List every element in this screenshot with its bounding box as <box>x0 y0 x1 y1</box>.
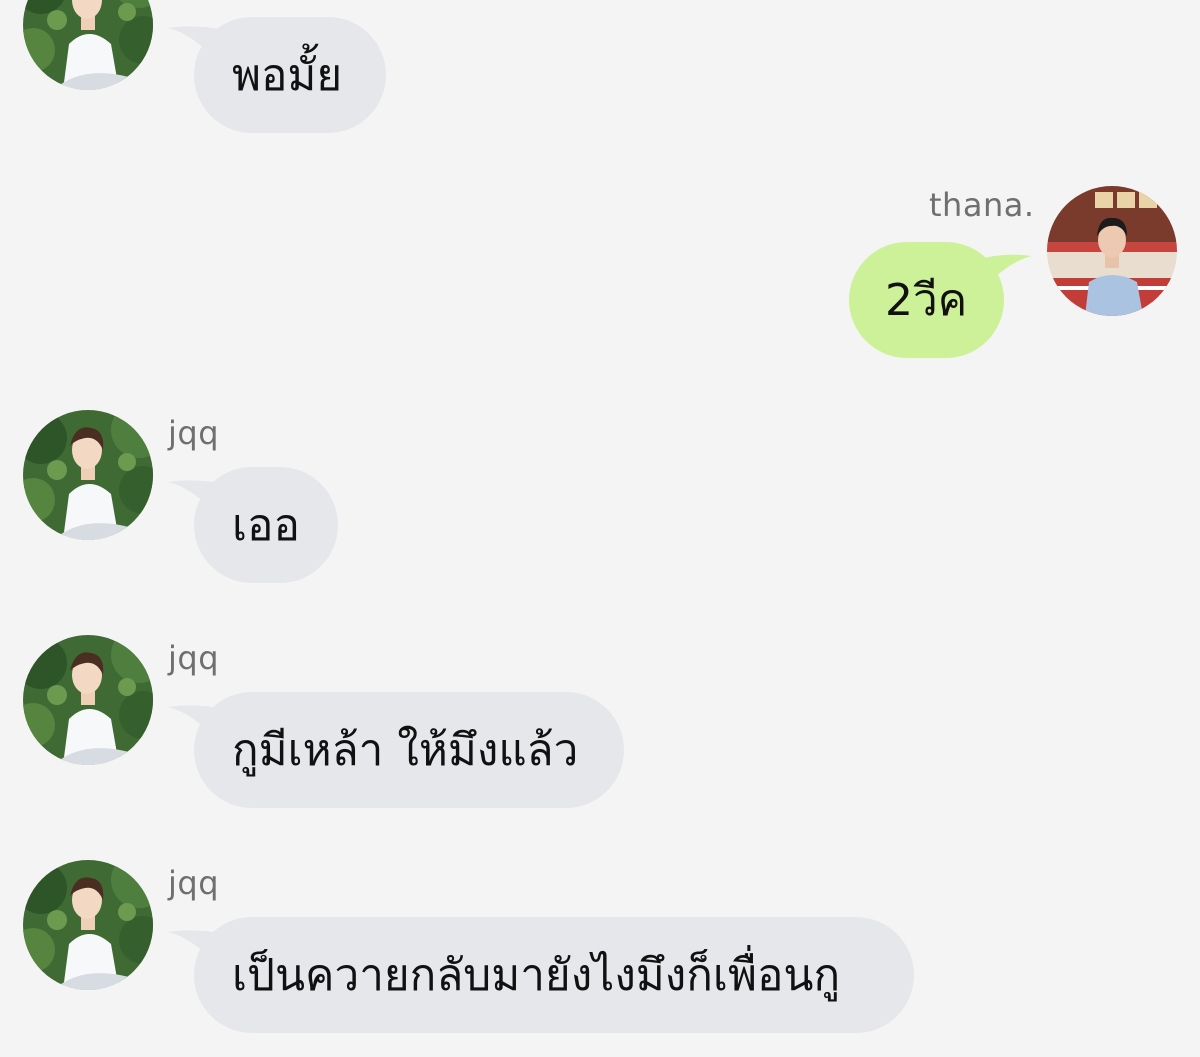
sender-name: thana. <box>929 186 1035 224</box>
friend-avatar[interactable] <box>23 0 153 90</box>
message-text: เป็นควายกลับมายังไงมึงก็เพื่อนกู <box>232 950 841 1001</box>
self-avatar[interactable] <box>1047 186 1177 316</box>
message-bubble[interactable]: กูมีเหล้า ให้มึงแล้ว <box>194 692 624 808</box>
sender-name: jqq <box>168 864 220 902</box>
message-text: กูมีเหล้า ให้มึงแล้ว <box>232 725 579 776</box>
message-bubble[interactable]: พอมั้ย <box>194 17 386 133</box>
sender-name: jqq <box>168 414 220 452</box>
friend-avatar[interactable] <box>23 410 153 540</box>
message-bubble[interactable]: เป็นควายกลับมายังไงมึงก็เพื่อนกู <box>194 917 914 1033</box>
message-text: เออ <box>232 500 300 551</box>
friend-avatar[interactable] <box>23 635 153 765</box>
sender-name: jqq <box>168 639 220 677</box>
message-bubble[interactable]: 2วีค <box>849 242 1004 358</box>
message-text: พอมั้ย <box>232 50 343 101</box>
message-bubble[interactable]: เออ <box>194 467 338 583</box>
friend-avatar[interactable] <box>23 860 153 990</box>
message-text: 2วีค <box>885 275 968 326</box>
